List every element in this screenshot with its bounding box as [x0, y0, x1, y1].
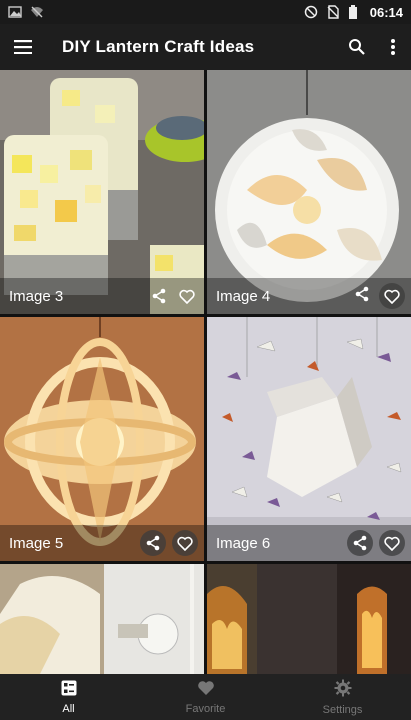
image-notification-icon: [8, 5, 22, 19]
nav-all-label: All: [62, 702, 75, 715]
heart-outline-icon[interactable]: [172, 530, 198, 556]
share-icon[interactable]: [148, 285, 170, 307]
heart-outline-icon[interactable]: [379, 530, 405, 556]
more-vert-icon[interactable]: [375, 24, 411, 70]
nav-favorite[interactable]: Favorite: [137, 674, 274, 720]
wifi-off-icon: [30, 5, 44, 19]
lantern-image: [207, 564, 411, 674]
grid-item[interactable]: [0, 564, 204, 674]
status-time: 06:14: [369, 4, 403, 20]
grid-item[interactable]: Image 3: [0, 70, 204, 314]
grid-list-icon: [61, 680, 77, 701]
grid-item[interactable]: [207, 564, 411, 674]
grid-item[interactable]: Image 6: [207, 317, 411, 561]
lantern-image: [0, 564, 204, 674]
bottom-navigation: All Favorite Settings: [0, 674, 411, 720]
nav-settings-label: Settings: [322, 703, 363, 716]
image-label: Image 5: [9, 534, 64, 552]
app-bar: DIY Lantern Craft Ideas: [0, 24, 411, 70]
share-icon[interactable]: [347, 530, 373, 556]
heart-outline-icon[interactable]: [176, 285, 198, 307]
grid-item[interactable]: Image 4: [207, 70, 411, 314]
heart-icon: [197, 680, 215, 701]
nav-settings[interactable]: Settings: [274, 674, 411, 720]
grid-item[interactable]: Image 5: [0, 317, 204, 561]
image-label: Image 6: [216, 534, 271, 552]
nav-all[interactable]: All: [0, 674, 137, 720]
gear-icon: [334, 679, 352, 702]
image-grid: Image 3 Image 4 Image 5 Image 6: [0, 70, 411, 674]
status-bar: 06:14: [0, 0, 411, 24]
battery-icon: [348, 5, 362, 19]
share-icon[interactable]: [351, 283, 373, 305]
nav-favorite-label: Favorite: [185, 702, 226, 715]
image-label: Image 4: [216, 287, 271, 305]
heart-outline-icon[interactable]: [379, 283, 405, 309]
hamburger-menu-icon[interactable]: [0, 24, 46, 70]
share-icon[interactable]: [140, 530, 166, 556]
do-not-disturb-icon: [304, 5, 318, 19]
image-label: Image 3: [9, 287, 64, 305]
search-icon[interactable]: [339, 24, 375, 70]
page-title: DIY Lantern Craft Ideas: [62, 37, 255, 56]
no-sim-icon: [326, 5, 340, 19]
